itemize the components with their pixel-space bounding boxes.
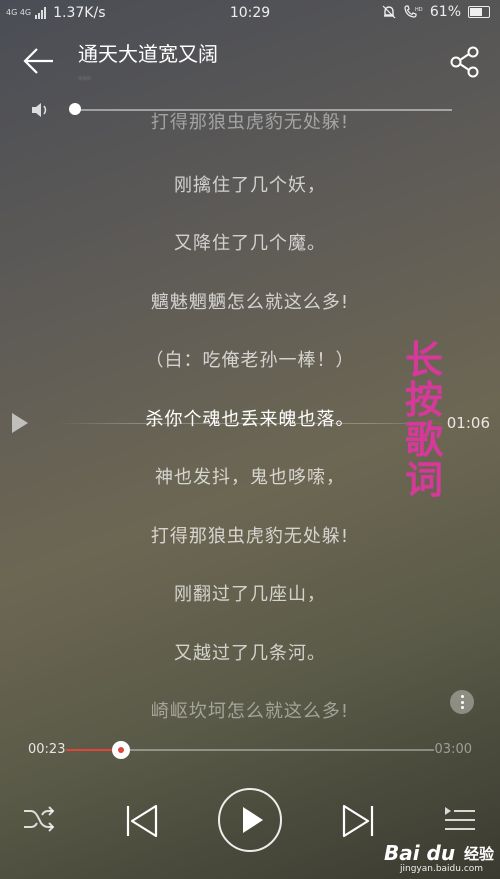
- play-button[interactable]: [218, 788, 282, 852]
- share-button[interactable]: [450, 46, 480, 78]
- baidu-jingyan-watermark: Bai du 经验 jingyan.baidu.com: [378, 836, 498, 876]
- lyric-line[interactable]: 刚翻过了几座山，: [0, 580, 500, 606]
- next-button[interactable]: [340, 803, 376, 839]
- lyric-line[interactable]: 打得那狼虫虎豹无处躲!: [0, 522, 500, 548]
- watermark-url: jingyan.baidu.com: [400, 864, 484, 874]
- annotation-char: 长: [404, 338, 443, 382]
- elapsed-time: 00:23: [28, 742, 66, 757]
- annotation-label: 长按歌词: [398, 340, 450, 500]
- battery-icon: [468, 6, 490, 18]
- volume-slider[interactable]: [75, 109, 452, 111]
- annotation-char: 词: [404, 458, 443, 502]
- lyric-seek-line: [56, 423, 446, 424]
- play-icon: [243, 807, 263, 833]
- bell-off-icon: [382, 5, 396, 19]
- annotation-char: 按: [404, 378, 443, 422]
- watermark-product: 经验: [464, 845, 495, 863]
- progress-slider[interactable]: [66, 741, 434, 759]
- status-right: HD 61%: [382, 4, 490, 20]
- lyric-line[interactable]: 魑魅魍魉怎么就这么多!: [0, 288, 500, 314]
- lyric-line[interactable]: 又越过了几条河。: [0, 639, 500, 665]
- lyric-line[interactable]: 又降住了几个魔。: [0, 229, 500, 255]
- lyric-line[interactable]: 打得那狼虫虎豹无处躲!: [0, 112, 500, 134]
- song-title: 通天大道宽又阔: [78, 42, 218, 66]
- song-subtitle: …: [78, 68, 91, 83]
- playlist-button[interactable]: [443, 803, 477, 835]
- back-button[interactable]: [22, 46, 56, 76]
- lyric-marker-time: 01:06: [446, 414, 490, 432]
- hd-call-icon: HD: [404, 5, 423, 18]
- total-time: 03:00: [434, 742, 472, 757]
- previous-button[interactable]: [124, 803, 160, 839]
- svg-text:HD: HD: [415, 7, 423, 13]
- status-bar: 4G 4G 1.37K/s 10:29 HD 61%: [0, 0, 500, 28]
- more-options-button[interactable]: [450, 690, 474, 714]
- play-from-line-icon[interactable]: [10, 412, 30, 434]
- lyric-line[interactable]: 崎岖坎坷怎么就这么多!: [0, 697, 500, 722]
- annotation-char: 歌: [404, 418, 443, 462]
- shuffle-button[interactable]: [22, 803, 56, 835]
- progress-row: 00:23 03:00: [0, 738, 500, 762]
- progress-knob[interactable]: [112, 741, 131, 759]
- lyric-line[interactable]: 刚擒住了几个妖，: [0, 171, 500, 197]
- watermark-brand: Bai du: [384, 841, 456, 865]
- header: 通天大道宽又阔 …: [0, 28, 500, 98]
- battery-percent: 61%: [429, 4, 461, 20]
